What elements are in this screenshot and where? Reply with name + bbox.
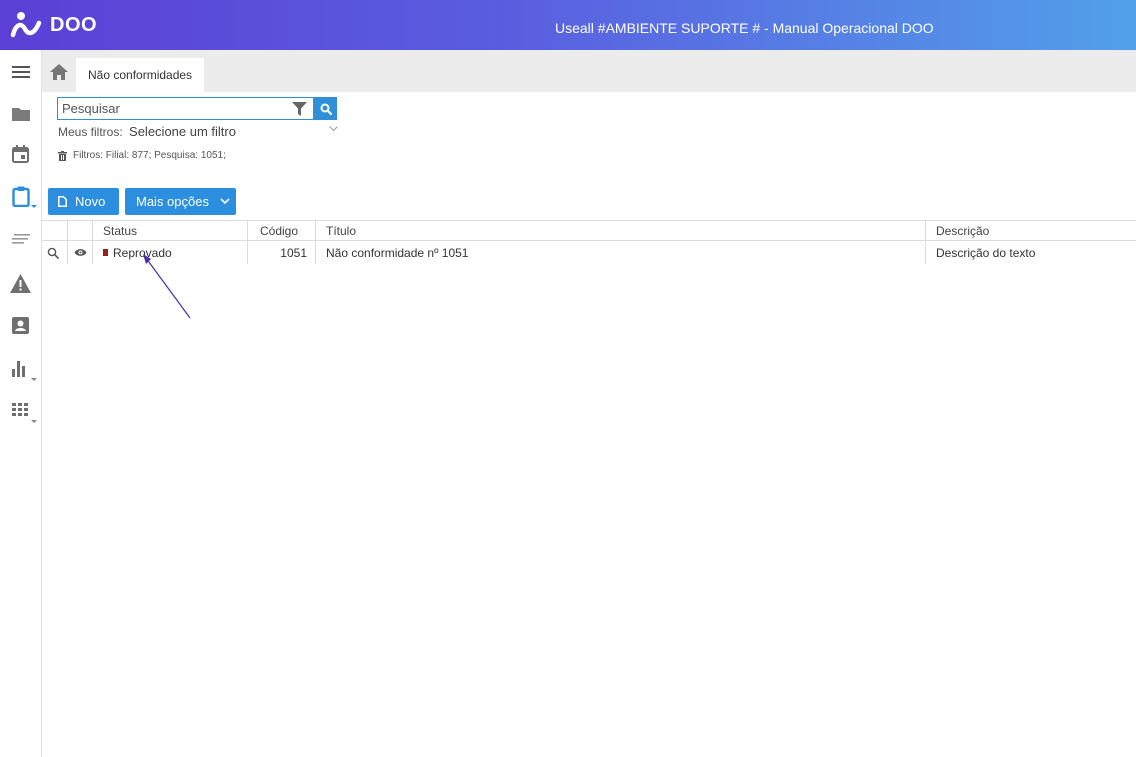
lines-icon <box>11 234 30 244</box>
sidebar-item-calendar[interactable] <box>0 135 41 173</box>
saved-filters-select[interactable]: Selecione um filtro <box>129 124 236 139</box>
sidebar-item-folders[interactable] <box>0 94 41 132</box>
mais-opcoes-button[interactable]: Mais opções <box>125 188 236 215</box>
cell-descricao: Descrição do texto <box>925 241 1136 264</box>
row-preview-button[interactable] <box>67 241 92 264</box>
sidebar-menu-toggle[interactable] <box>0 53 41 91</box>
contact-icon <box>12 316 29 334</box>
app-header: DOO Useall #AMBIENTE SUPORTE # - Manual … <box>0 0 1136 50</box>
results-table: Status Código Título Descrição Reprovado… <box>42 220 1136 264</box>
column-header-codigo[interactable]: Código <box>247 221 315 240</box>
chevron-down-icon <box>220 198 230 205</box>
tab-bar: Não conformidades <box>42 50 1136 92</box>
new-document-icon <box>58 196 67 207</box>
table-row[interactable]: Reprovado 1051 Não conformidade nº 1051 … <box>42 241 1136 264</box>
magnifier-icon <box>47 247 59 259</box>
sidebar-item-apps[interactable] <box>0 392 41 430</box>
sidebar-item-contacts[interactable] <box>0 306 41 344</box>
calendar-icon <box>12 145 29 163</box>
sidebar-item-warnings[interactable] <box>0 264 41 302</box>
menu-icon <box>11 66 30 78</box>
doo-logo-icon <box>10 12 42 38</box>
active-filters-text: Filtros: Filial: 877; Pesquisa: 1051; <box>73 150 226 161</box>
active-filters: Filtros: Filial: 877; Pesquisa: 1051; <box>58 150 226 161</box>
search-button[interactable] <box>314 97 337 120</box>
novo-button[interactable]: Novo <box>48 188 119 215</box>
clipboard-icon <box>11 186 30 207</box>
column-header-titulo[interactable]: Título <box>315 221 925 240</box>
window-title: Useall #AMBIENTE SUPORTE # - Manual Oper… <box>555 20 934 36</box>
annotation-arrow <box>143 254 191 319</box>
cell-titulo: Não conformidade nº 1051 <box>315 241 925 264</box>
filter-icon[interactable] <box>292 102 307 116</box>
trash-icon[interactable] <box>58 150 67 161</box>
chevron-down-icon <box>31 420 37 423</box>
folder-icon <box>11 107 30 121</box>
search-icon <box>320 103 332 115</box>
eye-icon <box>74 249 87 256</box>
chevron-down-icon <box>31 378 37 381</box>
novo-button-label: Novo <box>75 194 106 209</box>
cell-codigo: 1051 <box>247 241 315 264</box>
app-logo[interactable]: DOO <box>0 9 97 41</box>
mais-opcoes-label: Mais opções <box>136 194 209 209</box>
saved-filters-label: Meus filtros: <box>58 125 123 139</box>
search-input[interactable] <box>58 98 288 119</box>
search-field <box>57 97 314 120</box>
sidebar-item-clipboard[interactable] <box>0 177 41 215</box>
table-header: Status Código Título Descrição <box>42 220 1136 241</box>
column-header-status[interactable]: Status <box>92 221 247 240</box>
chevron-down-icon <box>31 205 37 208</box>
warning-icon <box>10 273 31 293</box>
tab-nao-conformidades[interactable]: Não conformidades <box>76 58 205 92</box>
header-action-1 <box>42 221 67 240</box>
home-icon[interactable] <box>50 64 68 80</box>
status-indicator <box>103 249 108 256</box>
bar-chart-icon <box>11 361 25 377</box>
grid-icon <box>11 403 28 416</box>
chevron-down-icon[interactable] <box>329 126 338 132</box>
header-action-2 <box>67 221 92 240</box>
sidebar <box>0 50 42 757</box>
sidebar-item-list[interactable] <box>0 220 41 258</box>
saved-filters: Meus filtros: Selecione um filtro <box>58 124 236 139</box>
column-header-descricao[interactable]: Descrição <box>925 221 1136 240</box>
sidebar-item-reports[interactable] <box>0 350 41 388</box>
row-view-button[interactable] <box>42 241 67 264</box>
logo-text: DOO <box>50 13 98 36</box>
